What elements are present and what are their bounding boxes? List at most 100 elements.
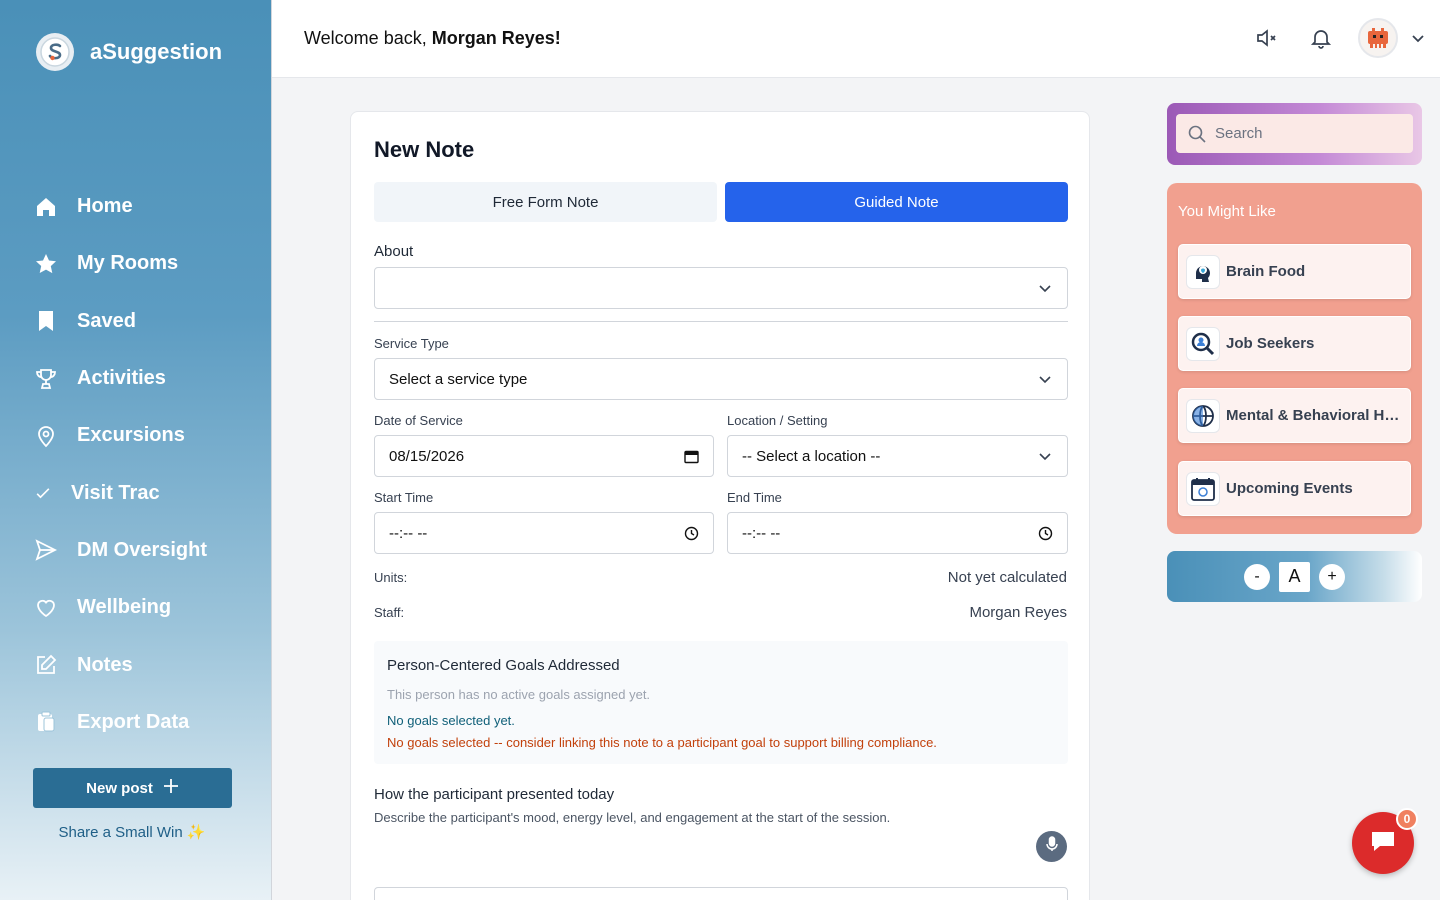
star-icon (33, 251, 59, 277)
date-of-service-input[interactable]: 08/15/2026 (374, 435, 714, 477)
welcome-message: Welcome back, Morgan Reyes! (304, 28, 561, 49)
start-time-input[interactable]: --:-- -- (374, 512, 714, 554)
globe-icon (1186, 398, 1220, 433)
brain-icon (1186, 254, 1220, 289)
sidebar-item-label: Activities (77, 367, 166, 390)
search-icon (1188, 125, 1206, 143)
tab-guided-note[interactable]: Guided Note (725, 182, 1068, 222)
suggestion-mental-behavioral[interactable]: Mental & Behavioral Health (1178, 388, 1411, 443)
sidebar-item-label: DM Oversight (77, 538, 208, 561)
presented-textarea[interactable] (374, 887, 1068, 900)
bookmark-icon (33, 308, 59, 334)
sidebar-item-saved[interactable]: Saved (33, 293, 207, 350)
goals-selected-text: No goals selected yet. (387, 713, 515, 728)
search-input[interactable]: Search (1176, 114, 1413, 153)
top-icons (1252, 18, 1426, 58)
goals-warning-text: No goals selected -- consider linking th… (387, 735, 937, 750)
start-time-label: Start Time (374, 490, 434, 505)
sidebar-item-wellbeing[interactable]: Wellbeing (33, 579, 207, 636)
new-post-button[interactable]: New post (33, 768, 232, 808)
clock-icon[interactable] (683, 525, 699, 541)
sidebar-item-excursions[interactable]: Excursions (33, 407, 207, 464)
trophy-icon (33, 366, 59, 392)
about-label: About (374, 243, 414, 260)
clipboard-icon (33, 709, 59, 735)
staff-label: Staff: (374, 605, 405, 620)
suggestion-upcoming-events[interactable]: Upcoming Events (1178, 461, 1411, 516)
font-reset-button[interactable]: A (1279, 561, 1310, 592)
service-type-label: Service Type (374, 336, 449, 351)
service-type-value: Select a service type (389, 370, 528, 388)
brand[interactable]: aSuggestion (36, 33, 222, 71)
send-icon (33, 537, 59, 563)
presented-label: How the participant presented today (374, 786, 615, 803)
sidebar-item-home[interactable]: Home (33, 178, 207, 235)
home-icon (33, 194, 59, 220)
magnifier-person-icon (1186, 326, 1220, 361)
you-might-like-panel: You Might Like Brain Food Job Seekers Me… (1167, 183, 1422, 534)
date-value: 08/15/2026 (389, 447, 465, 465)
sidebar-item-export-data[interactable]: Export Data (33, 694, 207, 751)
clock-icon[interactable] (1037, 525, 1053, 541)
chevron-down-icon[interactable] (1410, 30, 1426, 46)
start-time-value: --:-- -- (389, 524, 428, 542)
check-icon (33, 480, 53, 506)
microphone-button[interactable] (1036, 831, 1067, 862)
sidebar-item-label: Saved (77, 309, 136, 332)
brand-logo-icon (36, 33, 74, 71)
welcome-user-name: Morgan Reyes! (431, 28, 561, 48)
tab-free-form-note[interactable]: Free Form Note (374, 182, 717, 222)
chevron-down-icon (1037, 448, 1053, 464)
search-placeholder: Search (1215, 125, 1263, 142)
font-size-control: - A + (1167, 551, 1422, 602)
divider (374, 321, 1068, 322)
goals-empty-text: This person has no active goals assigned… (387, 687, 651, 702)
suggestion-label: Upcoming Events (1226, 480, 1353, 497)
brand-name: aSuggestion (90, 39, 223, 64)
edit-icon (33, 652, 59, 678)
sidebar-nav: Home My Rooms Saved Activities Excursion… (33, 178, 207, 751)
chevron-down-icon (1037, 280, 1053, 296)
chat-badge: 0 (1396, 808, 1418, 830)
top-bar: Welcome back, Morgan Reyes! (272, 0, 1440, 78)
new-post-label: New post (86, 779, 153, 797)
font-decrease-button[interactable]: - (1244, 563, 1270, 590)
suggestion-label: Job Seekers (1226, 335, 1315, 352)
sidebar-item-my-rooms[interactable]: My Rooms (33, 235, 207, 292)
end-time-label: End Time (727, 490, 782, 505)
sidebar-item-dm-oversight[interactable]: DM Oversight (33, 522, 207, 579)
sidebar-item-activities[interactable]: Activities (33, 350, 207, 407)
sidebar-item-label: Notes (77, 653, 133, 676)
map-pin-icon (33, 423, 59, 449)
sidebar-item-label: Excursions (77, 424, 185, 447)
sidebar-item-label: Home (77, 195, 133, 218)
suggestion-job-seekers[interactable]: Job Seekers (1178, 316, 1411, 371)
goals-title: Person-Centered Goals Addressed (387, 657, 620, 674)
page-title: New Note (374, 137, 475, 162)
service-type-select[interactable]: Select a service type (374, 358, 1068, 400)
sidebar-item-visit-trac[interactable]: Visit Trac (33, 464, 207, 521)
share-small-win-link[interactable]: Share a Small Win ✨ (0, 823, 264, 841)
font-increase-button[interactable]: + (1319, 563, 1345, 590)
location-label: Location / Setting (727, 413, 828, 428)
units-label: Units: (374, 570, 408, 585)
welcome-prefix: Welcome back, (304, 28, 432, 48)
location-select[interactable]: -- Select a location -- (727, 435, 1068, 477)
bell-icon[interactable] (1307, 24, 1335, 52)
avatar[interactable] (1358, 18, 1398, 58)
mute-icon[interactable] (1252, 24, 1280, 52)
sidebar-item-label: Wellbeing (77, 596, 172, 619)
new-note-card: New Note Free Form Note Guided Note Abou… (350, 111, 1090, 900)
sidebar-item-notes[interactable]: Notes (33, 636, 207, 693)
about-select[interactable] (374, 267, 1068, 309)
goals-panel: Person-Centered Goals Addressed This per… (374, 641, 1068, 764)
units-value: Not yet calculated (947, 569, 1067, 586)
location-value: -- Select a location -- (742, 447, 881, 465)
chat-icon (1370, 829, 1396, 858)
sidebar-item-label: Visit Trac (71, 481, 160, 504)
presented-description: Describe the participant's mood, energy … (374, 810, 891, 825)
sidebar-item-label: Export Data (77, 710, 190, 733)
suggestion-brain-food[interactable]: Brain Food (1178, 244, 1411, 299)
calendar-icon[interactable] (683, 448, 699, 464)
end-time-input[interactable]: --:-- -- (727, 512, 1068, 554)
